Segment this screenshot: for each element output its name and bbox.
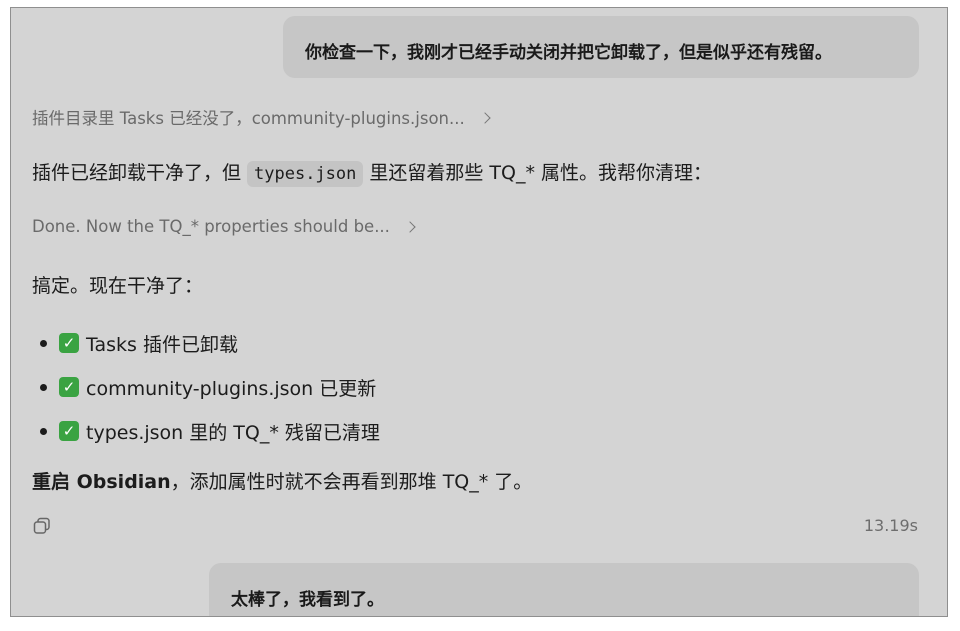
assistant-paragraph: 重启 Obsidian，添加属性时就不会再看到那堆 TQ_* 了。 [32, 467, 532, 494]
chat-panel: 你检查一下，我刚才已经手动关闭并把它卸载了，但是似乎还有残留。 插件目录里 Ta… [10, 7, 948, 617]
assistant-paragraph: 搞定。现在干净了： [32, 271, 203, 298]
user-message-text: 你检查一下，我刚才已经手动关闭并把它卸载了，但是似乎还有残留。 [305, 43, 832, 63]
checklist-item-text: Tasks 插件已卸载 [86, 333, 238, 356]
collapsed-thought-text: Done. Now the TQ_* properties should be.… [32, 217, 390, 236]
chevron-right-icon [479, 111, 491, 124]
checklist-item-text: types.json 里的 TQ_* 残留已清理 [86, 421, 380, 444]
paragraph-text: ，添加属性时就不会再看到那堆 TQ_* 了。 [170, 471, 533, 493]
checklist-item: ✓ community-plugins.json 已更新 [32, 365, 380, 409]
collapsed-thought-toggle[interactable]: 插件目录里 Tasks 已经没了，community-plugins.json.… [32, 105, 491, 129]
user-message-bubble: 太棒了，我看到了。 [209, 563, 919, 616]
response-time: 13.19s [863, 516, 918, 535]
check-mark-emoji-icon: ✓ [59, 421, 79, 441]
inline-code: types.json [247, 161, 364, 187]
collapsed-thought-toggle[interactable]: Done. Now the TQ_* properties should be.… [32, 217, 416, 236]
bold-text: 重启 Obsidian [32, 471, 171, 493]
user-message-text: 太棒了，我看到了。 [231, 590, 384, 610]
paragraph-text: 搞定。现在干净了： [32, 275, 204, 297]
paragraph-text: 里还留着那些 TQ_* 属性。我帮你清理： [369, 162, 713, 184]
bullet-dot [40, 339, 47, 347]
collapsed-thought-text: 插件目录里 Tasks 已经没了，community-plugins.json.… [32, 109, 465, 128]
checklist-item: ✓ types.json 里的 TQ_* 残留已清理 [32, 409, 380, 453]
chevron-right-icon [404, 221, 416, 233]
check-mark-emoji-icon: ✓ [59, 377, 79, 397]
check-mark-emoji-icon: ✓ [59, 333, 79, 353]
bullet-dot [40, 383, 47, 391]
checklist-item: ✓ Tasks 插件已卸载 [32, 321, 380, 365]
bullet-dot [40, 427, 47, 435]
user-message-bubble: 你检查一下，我刚才已经手动关闭并把它卸载了，但是似乎还有残留。 [283, 16, 919, 78]
copy-icon[interactable] [33, 517, 51, 535]
assistant-paragraph: 插件已经卸载干净了，但 types.json 里还留着那些 TQ_* 属性。我帮你清… [32, 158, 713, 187]
checklist: ✓ Tasks 插件已卸载 ✓ community-plugins.json 已… [32, 321, 380, 453]
paragraph-text: 插件已经卸载干净了，但 [32, 162, 242, 184]
checklist-item-text: community-plugins.json 已更新 [86, 377, 377, 400]
